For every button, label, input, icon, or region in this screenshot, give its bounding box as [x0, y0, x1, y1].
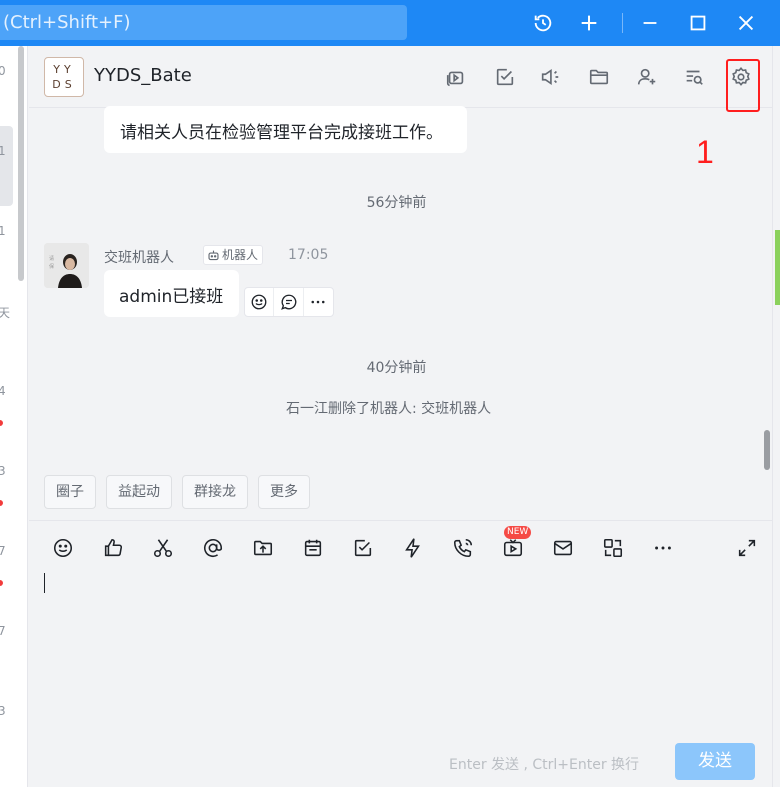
mention-button[interactable] — [198, 533, 228, 563]
title-bar: (Ctrl+Shift+F) — [0, 0, 780, 46]
history-icon[interactable] — [528, 8, 558, 38]
minimize-icon[interactable] — [635, 8, 665, 38]
screenshot-button[interactable] — [148, 533, 178, 563]
message-bubble[interactable]: 请相关人员在检验管理平台完成接班工作。 — [104, 106, 467, 153]
expand-button[interactable] — [732, 533, 762, 563]
list-item-time: 4 — [0, 384, 6, 398]
time-divider: 56分钟前 — [366, 195, 427, 211]
lightning-icon — [405, 538, 420, 558]
quick-actions: 圈子 益起动 群接龙 更多 — [44, 475, 310, 509]
send-button[interactable]: 发送 — [675, 743, 755, 780]
annotation-highlight-box — [726, 59, 760, 112]
message-scrollbar[interactable] — [764, 430, 770, 470]
emoji-icon — [251, 294, 267, 310]
composer: NEW Enter 发送 , Ctrl+Enter 换行 发送 — [29, 520, 772, 787]
chip-more[interactable]: 更多 — [258, 475, 310, 509]
message-actions — [244, 287, 334, 317]
emoji-icon — [53, 538, 73, 558]
bot-badge: 机器人 — [203, 245, 264, 265]
upload-file-button[interactable] — [248, 533, 278, 563]
list-item-time: 3 — [0, 704, 6, 718]
folder-icon[interactable] — [584, 62, 614, 92]
phone-icon — [453, 538, 473, 558]
video-meeting-icon[interactable] — [441, 62, 471, 92]
reaction-button[interactable] — [245, 288, 275, 316]
unread-dot — [0, 580, 3, 586]
list-item-time: 0 — [0, 64, 6, 78]
selected-conversation-highlight[interactable] — [0, 126, 13, 206]
call-button[interactable] — [448, 533, 478, 563]
close-icon[interactable] — [731, 8, 761, 38]
list-item-time: 3 — [0, 464, 6, 478]
text-cursor — [44, 573, 45, 593]
calendar-icon — [304, 539, 322, 557]
list-item-time: 7 — [0, 544, 6, 558]
quick-reply-button[interactable] — [398, 533, 428, 563]
bot-badge-label: 机器人 — [222, 248, 259, 262]
add-member-icon[interactable] — [632, 62, 662, 92]
message-list: 请相关人员在检验管理平台完成接班工作。 56分钟前 请 保 交班机器人 机器人 … — [29, 106, 772, 520]
like-button[interactable] — [98, 533, 128, 563]
time-divider: 40分钟前 — [366, 360, 427, 376]
message-time: 17:05 — [288, 247, 329, 263]
upload-icon — [253, 540, 273, 556]
chip-group-relay[interactable]: 群接龙 — [182, 475, 248, 509]
status-indicator — [775, 230, 780, 305]
emoji-button[interactable] — [48, 533, 78, 563]
right-panel-edge — [772, 46, 780, 787]
announcement-icon[interactable] — [535, 62, 565, 92]
sender-name[interactable]: 交班机器人 — [104, 247, 174, 267]
annotation-number: 1 — [696, 134, 714, 170]
mail-icon — [553, 540, 573, 556]
svg-text:请: 请 — [49, 255, 54, 262]
maximize-icon[interactable] — [683, 8, 713, 38]
task-button[interactable] — [348, 533, 378, 563]
unread-dot — [0, 500, 3, 506]
message-bubble[interactable]: admin已接班 — [104, 270, 239, 317]
at-icon — [203, 539, 223, 558]
chat-header: YY DS YYDS_Bate — [29, 46, 772, 112]
send-hint: Enter 发送 , Ctrl+Enter 换行 — [449, 757, 640, 773]
scissors-icon — [153, 539, 173, 558]
system-notice: 石一江删除了机器人: 交班机器人 — [286, 401, 492, 417]
reply-icon — [280, 294, 296, 310]
more-icon — [655, 546, 671, 550]
chip-charity[interactable]: 益起动 — [106, 475, 172, 509]
title-bar-separator — [622, 13, 623, 33]
conversation-list-scrollbar[interactable] — [18, 46, 24, 281]
search-box[interactable]: (Ctrl+Shift+F) — [0, 5, 407, 40]
chip-circle[interactable]: 圈子 — [44, 475, 96, 509]
schedule-button[interactable] — [298, 533, 328, 563]
chat-title[interactable]: YYDS_Bate — [94, 65, 192, 86]
more-icon — [311, 300, 325, 304]
list-item-time: 1 — [0, 144, 6, 158]
bot-avatar[interactable]: 请 保 — [44, 243, 89, 288]
mail-button[interactable] — [548, 533, 578, 563]
group-avatar[interactable]: YY DS — [44, 57, 84, 97]
live-video-icon — [503, 539, 523, 557]
task-icon[interactable] — [490, 62, 520, 92]
unread-dot — [0, 420, 3, 426]
robot-icon — [208, 250, 219, 260]
apps-button[interactable] — [598, 533, 628, 563]
conversation-list-edge: 0 1 1 天 4 3 7 7 3 — [0, 46, 28, 787]
checkbox-icon — [354, 539, 372, 557]
svg-text:保: 保 — [49, 263, 54, 270]
scan-switch-icon — [603, 538, 623, 558]
more-actions-button[interactable] — [304, 288, 333, 316]
reply-button[interactable] — [274, 288, 304, 316]
new-badge: NEW — [504, 526, 532, 539]
expand-icon — [738, 539, 756, 557]
list-item-time: 1 — [0, 224, 6, 238]
list-item-time: 天 — [0, 306, 11, 320]
list-item-time: 7 — [0, 624, 6, 638]
add-icon[interactable] — [574, 8, 604, 38]
more-tools-button[interactable] — [648, 533, 678, 563]
thumbs-up-icon — [104, 538, 123, 557]
search-history-icon[interactable] — [679, 62, 709, 92]
